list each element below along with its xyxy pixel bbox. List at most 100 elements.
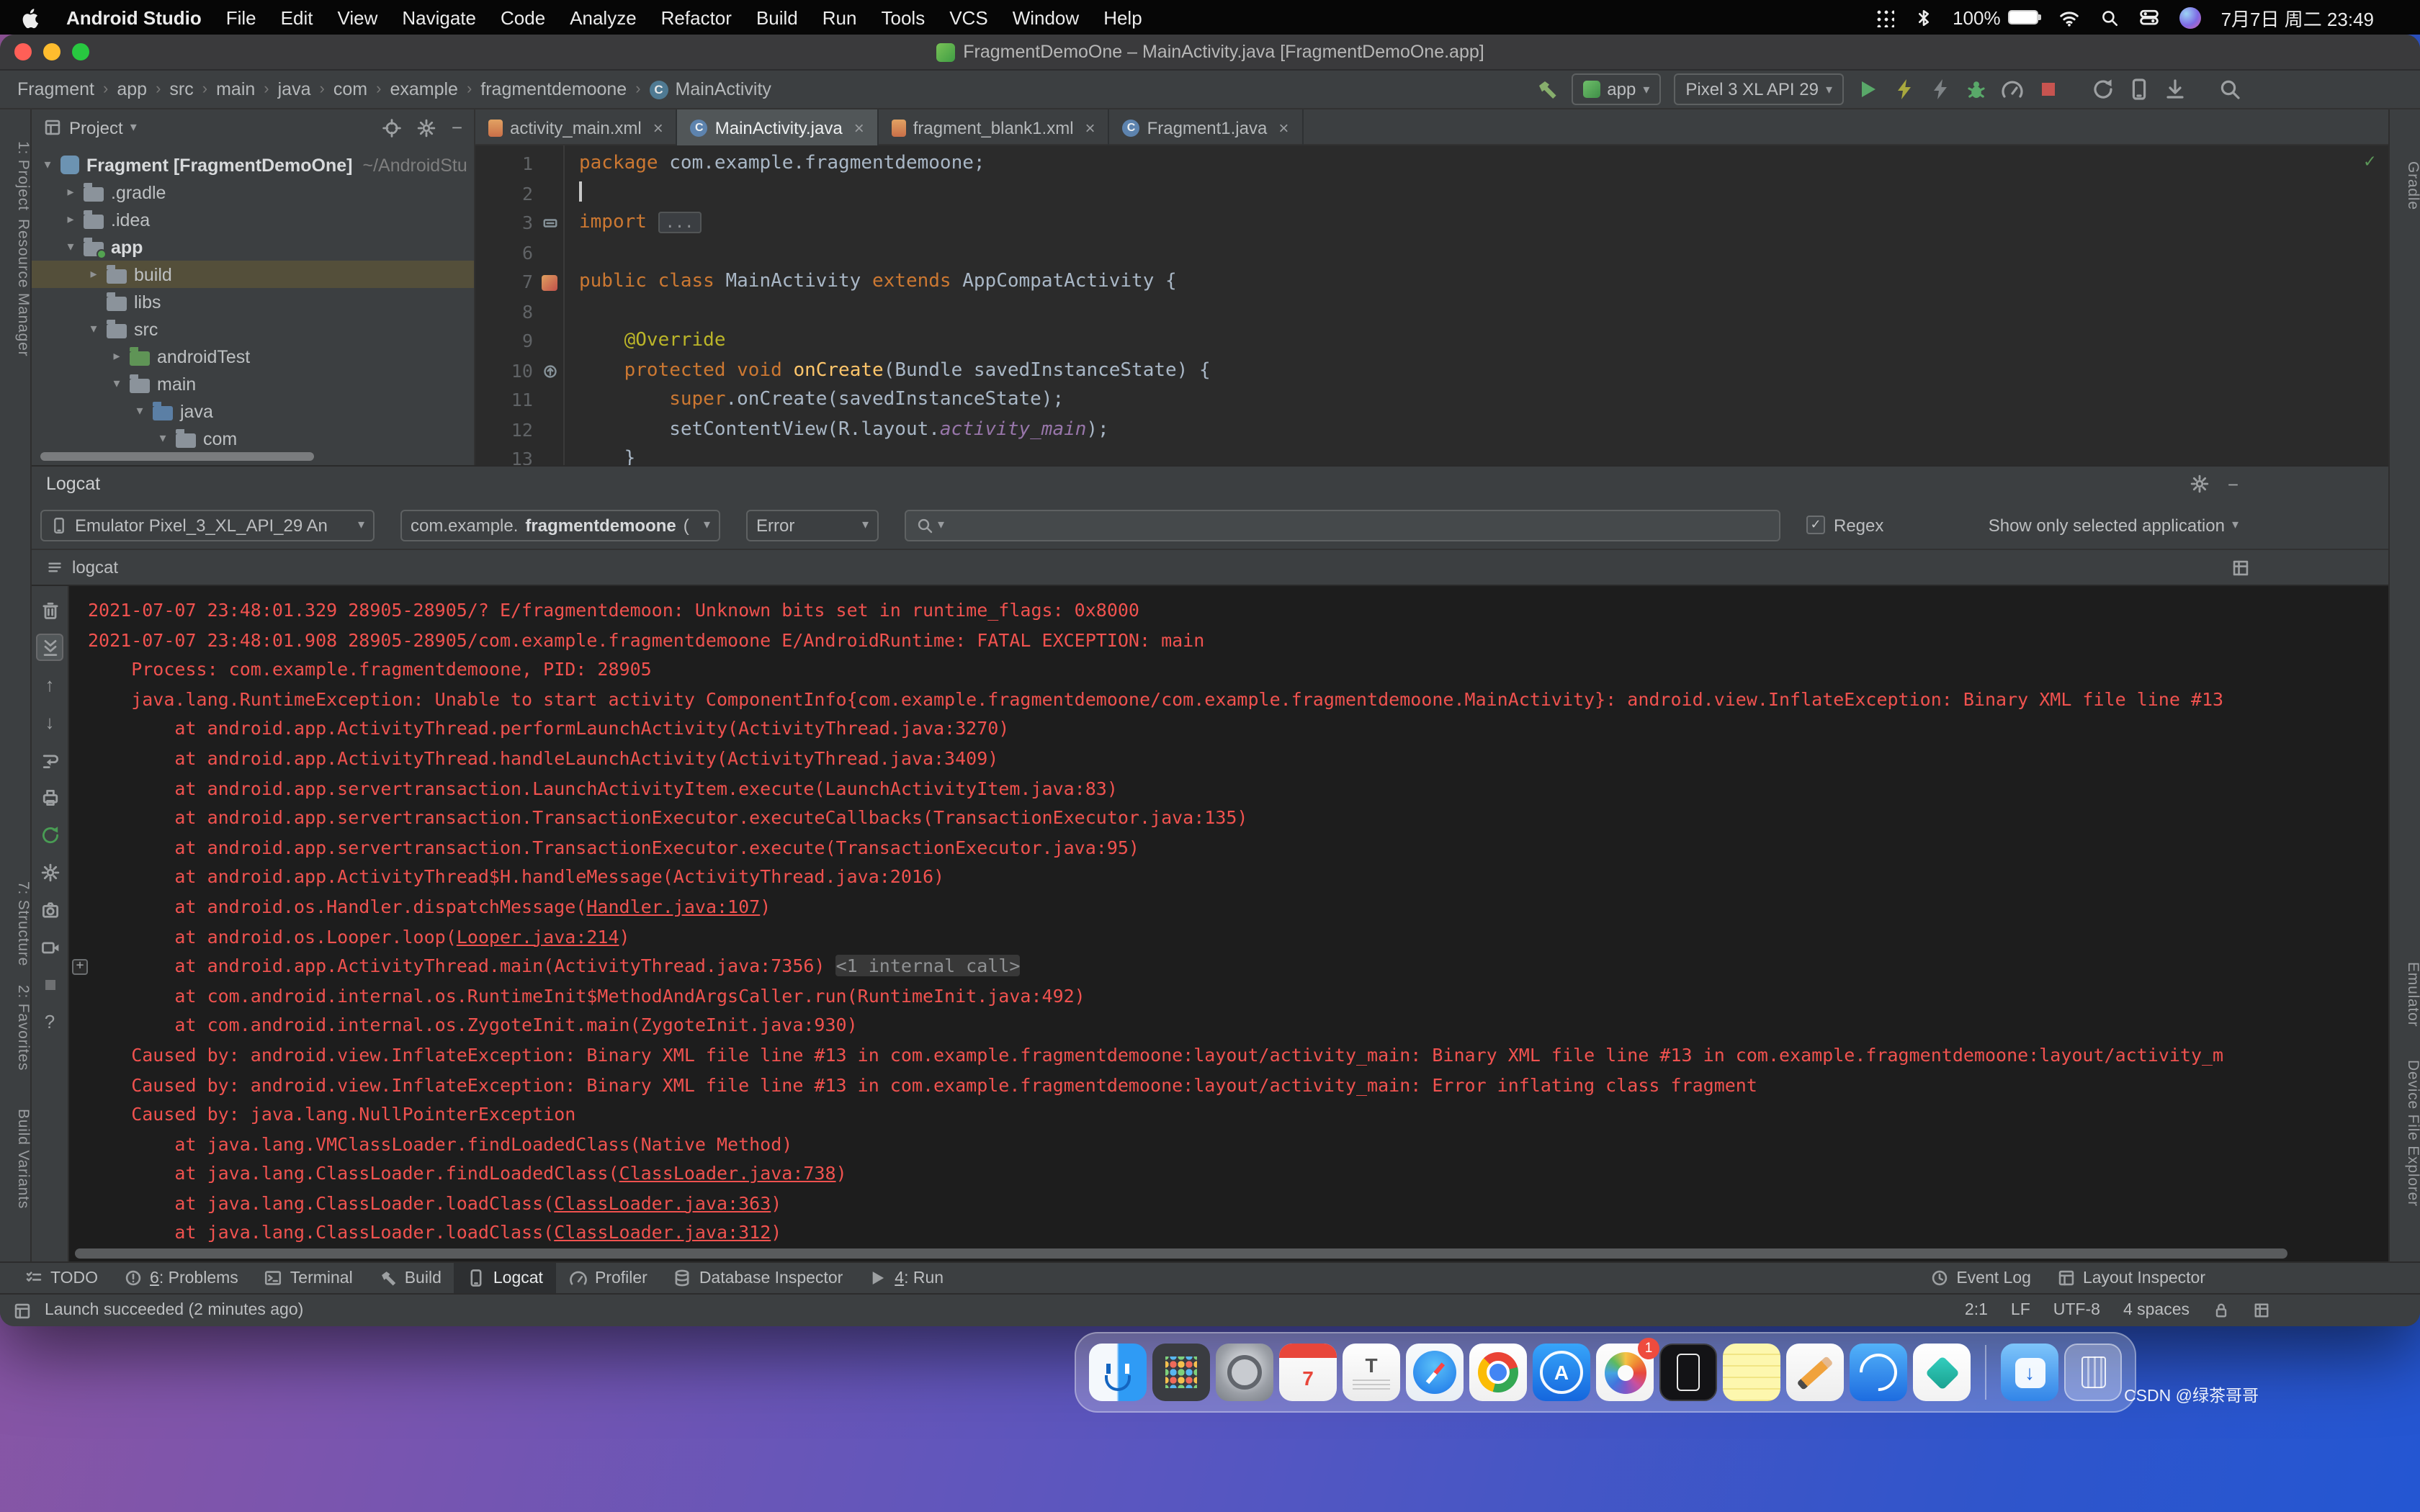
tool-button-database-inspector[interactable]: Database Inspector <box>660 1263 856 1293</box>
tab-fragment-blank1-xml[interactable]: fragment_blank1.xml × <box>879 109 1110 145</box>
tree-chevron-icon[interactable]: ▸ <box>84 266 104 282</box>
tree-chevron-icon[interactable]: ▾ <box>84 321 104 337</box>
menu-code[interactable]: Code <box>501 6 545 28</box>
profiler-icon[interactable] <box>2001 78 2024 101</box>
stripe-button-resource-manager[interactable]: Resource Manager <box>0 219 32 356</box>
console-settings-icon[interactable] <box>2231 558 2250 577</box>
breadcrumb-example[interactable]: example <box>390 79 458 99</box>
restart-logcat-icon[interactable] <box>36 821 63 848</box>
project-options-icon[interactable] <box>417 117 437 138</box>
stop-icon[interactable] <box>2037 78 2060 101</box>
soft-wrap-icon[interactable] <box>36 746 63 773</box>
close-tab-icon[interactable]: × <box>854 117 864 138</box>
tool-button-build[interactable]: Build <box>366 1263 454 1293</box>
tree-item-gradle[interactable]: ▸ .gradle <box>32 179 474 206</box>
tab-mainactivity-java[interactable]: C MainActivity.java × <box>677 109 879 145</box>
run-icon[interactable] <box>1857 78 1880 101</box>
tree-item-build[interactable]: ▸ build <box>32 261 474 288</box>
tool-button-4-run[interactable]: 4: Run <box>856 1263 956 1293</box>
wifi-icon[interactable] <box>2058 6 2080 28</box>
tree-chevron-icon[interactable]: ▾ <box>37 157 58 173</box>
logcat-hscrollbar[interactable] <box>75 1248 2357 1259</box>
tab-activity-main-xml[interactable]: activity_main.xml × <box>475 109 678 145</box>
battery-indicator[interactable]: 100% <box>1953 6 2042 28</box>
logcat-output[interactable]: 2021-07-07 23:48:01.329 28905-28905/? E/… <box>69 586 2388 1261</box>
breadcrumb-com[interactable]: com <box>333 79 367 99</box>
logcat-header-settings-icon[interactable] <box>36 858 63 886</box>
tool-button-layout-inspector[interactable]: Layout Inspector <box>2044 1263 2218 1293</box>
stack-trace-link[interactable]: ClassLoader.java:738 <box>619 1163 836 1184</box>
logcat-level-select[interactable]: Error ▾ <box>746 509 879 541</box>
tool-button-event-log[interactable]: Event Log <box>1917 1263 2044 1293</box>
tree-chevron-icon[interactable]: ▾ <box>60 239 81 255</box>
tree-chevron-icon[interactable]: ▾ <box>153 431 173 446</box>
caret-position[interactable]: 2:1 <box>1965 1302 1988 1319</box>
menu-window[interactable]: Window <box>1013 6 1080 28</box>
dock-pencil-app[interactable] <box>1786 1344 1844 1401</box>
hide-project-icon[interactable]: − <box>452 117 462 138</box>
menu-help[interactable]: Help <box>1103 6 1142 28</box>
line-ending[interactable]: LF <box>2011 1302 2030 1319</box>
close-tab-icon[interactable]: × <box>1278 117 1289 138</box>
breadcrumb-app[interactable]: app <box>117 79 147 99</box>
siri-icon[interactable] <box>2179 6 2201 28</box>
pane-icon[interactable] <box>36 971 63 998</box>
breadcrumb-main[interactable]: main <box>216 79 255 99</box>
close-tab-icon[interactable]: × <box>653 117 663 138</box>
logcat-title-bar[interactable]: Logcat − <box>32 467 2388 501</box>
stripe-button-7-structure[interactable]: 7: Structure <box>0 881 32 966</box>
tree-item-idea[interactable]: ▸ .idea <box>32 206 474 233</box>
control-center-icon[interactable] <box>2139 7 2159 27</box>
tree-chevron-icon[interactable]: ▸ <box>60 184 81 200</box>
menu-analyze[interactable]: Analyze <box>570 6 637 28</box>
logcat-app-select[interactable]: com.example. fragmentdemoone ( ▾ <box>400 509 720 541</box>
regex-checkbox[interactable]: ✓ Regex <box>1806 515 1883 535</box>
menu-edit[interactable]: Edit <box>281 6 313 28</box>
logcat-settings-icon[interactable] <box>2190 474 2210 494</box>
close-window-button[interactable] <box>14 43 32 60</box>
tool-button-6-problems[interactable]: 6: Problems <box>111 1263 251 1293</box>
tool-button-terminal[interactable]: Terminal <box>251 1263 366 1293</box>
menu-refactor[interactable]: Refactor <box>661 6 732 28</box>
menu-file[interactable]: File <box>226 6 256 28</box>
breadcrumb-java[interactable]: java <box>278 79 311 99</box>
breadcrumb-fragmentdemoone[interactable]: fragmentdemoone <box>480 79 627 99</box>
spotlight-icon[interactable] <box>2100 8 2119 27</box>
scrollbar-thumb[interactable] <box>75 1248 2288 1259</box>
tree-item-src[interactable]: ▾ src <box>32 315 474 343</box>
apply-changes-icon[interactable] <box>1893 78 1916 101</box>
print-icon[interactable] <box>36 783 63 811</box>
expand-stack-icon[interactable]: + <box>72 958 88 975</box>
apple-menu-icon[interactable] <box>20 6 42 28</box>
tree-item-androidtest[interactable]: ▸ androidTest <box>32 343 474 370</box>
dock-chrome[interactable] <box>1469 1344 1527 1401</box>
hide-logcat-icon[interactable]: − <box>2228 473 2238 495</box>
editor-code[interactable]: package com.example.fragmentdemoone; impo… <box>565 145 2388 465</box>
stack-trace-link[interactable]: Looper.java:214 <box>457 925 619 947</box>
dock-finder[interactable] <box>1089 1344 1147 1401</box>
bluetooth-icon[interactable] <box>1914 8 1932 27</box>
activity-gutter-icon[interactable] <box>542 274 557 290</box>
help-icon[interactable]: ? <box>36 1008 63 1035</box>
tree-item-java[interactable]: ▾ java <box>32 397 474 425</box>
stack-trace-link[interactable]: ClassLoader.java:363 <box>554 1192 771 1214</box>
dock-blue-app[interactable] <box>1850 1344 1907 1401</box>
stripe-button-1-project[interactable]: 1: Project <box>0 141 32 211</box>
tree-item-main[interactable]: ▾ main <box>32 370 474 397</box>
up-stack-trace-icon[interactable]: ↑ <box>36 671 63 698</box>
dock-diamond-app[interactable] <box>1913 1344 1971 1401</box>
menu-view[interactable]: View <box>337 6 377 28</box>
debug-icon[interactable] <box>1965 78 1988 101</box>
tree-item-fragment-fragmentdemoone[interactable]: ▾ Fragment [FragmentDemoOne] ~/AndroidStu <box>32 151 474 179</box>
apply-code-changes-icon[interactable] <box>1929 78 1952 101</box>
dock-downloads[interactable]: ↓ <box>2001 1344 2058 1401</box>
stack-trace-link[interactable]: Handler.java:107 <box>586 896 760 917</box>
override-gutter-icon[interactable] <box>542 362 559 379</box>
logcat-device-select[interactable]: Emulator Pixel_3_XL_API_29 An ▾ <box>40 509 375 541</box>
dock-launchpad[interactable] <box>1152 1344 1210 1401</box>
stack-trace-link[interactable]: ClassLoader.java:312 <box>554 1222 771 1243</box>
clear-logcat-icon[interactable] <box>36 596 63 624</box>
indent-setting[interactable]: 4 spaces <box>2123 1302 2190 1319</box>
tree-scrollbar[interactable] <box>40 452 314 461</box>
down-stack-trace-icon[interactable]: ↓ <box>36 708 63 736</box>
